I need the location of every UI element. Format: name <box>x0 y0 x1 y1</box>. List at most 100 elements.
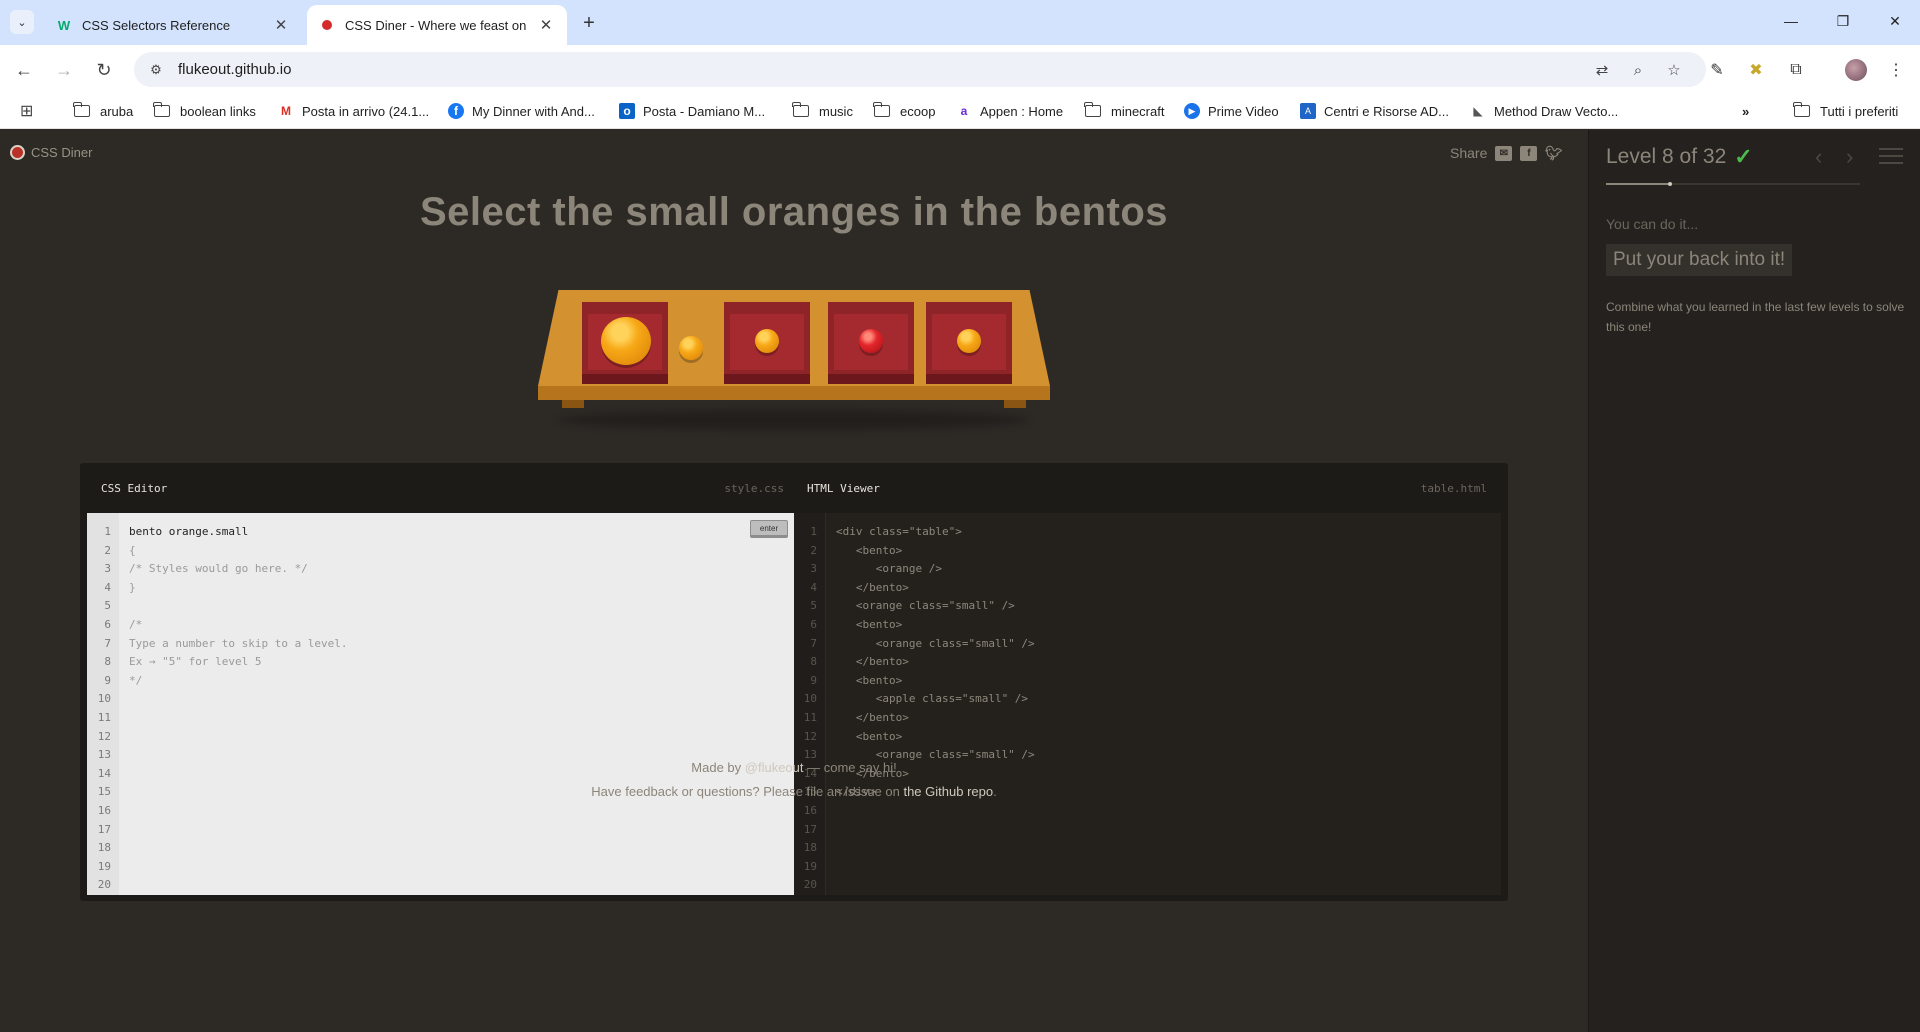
eyedropper-extension-icon[interactable]: ✎ <box>1705 58 1729 82</box>
tab-title: CSS Selectors Reference <box>82 17 231 33</box>
close-tab-icon[interactable]: ✕ <box>537 16 555 34</box>
table-front-edge <box>538 386 1050 400</box>
restore-window-button[interactable]: ❐ <box>1828 8 1858 34</box>
orange-small[interactable] <box>679 336 703 360</box>
css-editor-pane[interactable]: 1 2 3 4 5 6 7 8 9 10 11 12 13 14 15 16 17 18 19 20 bento or… <box>87 513 794 895</box>
line-number: 11 <box>803 710 817 724</box>
bookmark-aruba[interactable]: aruba <box>73 101 133 121</box>
html-code-line: <apple class="small" /> <box>836 692 1029 706</box>
extensions-puzzle-icon[interactable]: ⧉ <box>1784 58 1808 82</box>
folder-icon <box>73 102 90 117</box>
github-repo-link[interactable]: the Github repo <box>903 784 993 799</box>
folder-icon <box>1084 102 1101 117</box>
html-code-line: </bento> <box>836 580 909 594</box>
bookmark-label: boolean links <box>180 103 256 119</box>
level-instruction: Select the small oranges in the bentos <box>419 190 1169 234</box>
adobe-icon: A <box>1300 103 1316 119</box>
bookmark-label: Posta in arrivo (24.1... <box>302 103 430 119</box>
html-viewer-title: HTML Viewer <box>807 481 880 495</box>
bookmark-method-draw[interactable]: ◣ Method Draw Vecto... <box>1470 101 1618 121</box>
footer-text: Made by <box>691 760 745 775</box>
apple-small[interactable] <box>859 329 883 353</box>
gmail-icon: M <box>281 104 291 118</box>
facebook-share-icon[interactable]: f <box>1520 145 1538 161</box>
line-number: 20 <box>803 878 817 892</box>
orange-small[interactable] <box>755 329 779 353</box>
line-number: 17 <box>803 822 817 836</box>
bookmark-music[interactable]: music <box>792 101 853 121</box>
bookmark-outlook[interactable]: o Posta - Damiano M... <box>619 101 765 121</box>
close-window-button[interactable]: ✕ <box>1880 8 1910 34</box>
address-bar[interactable]: ⚙ flukeout.github.io ⇄ ⌕ ☆ <box>134 52 1706 87</box>
bookmark-label: Tutti i preferiti <box>1820 103 1899 119</box>
line-number: 18 <box>97 841 111 855</box>
flukeout-link[interactable]: @flukeout <box>745 760 804 775</box>
level-progress-fill <box>1606 183 1670 185</box>
back-button[interactable]: ← <box>11 57 37 83</box>
line-number: 6 <box>104 617 111 631</box>
footer-feedback: Have feedback or questions? Please file … <box>0 784 1588 799</box>
bento-1[interactable] <box>582 302 668 384</box>
all-bookmarks-folder[interactable]: Tutti i preferiti <box>1793 101 1899 121</box>
bento-3[interactable] <box>828 302 914 384</box>
line-number: 8 <box>104 655 111 669</box>
bookmark-gmail[interactable]: M Posta in arrivo (24.1... <box>278 101 429 121</box>
bookmark-facebook[interactable]: f My Dinner with And... <box>448 101 595 121</box>
bookmark-adobe[interactable]: A Centri e Risorse AD... <box>1300 101 1449 121</box>
level-difficulty: You can do it... <box>1606 216 1699 232</box>
browser-tab-css-selectors[interactable]: W CSS Selectors Reference ✕ <box>44 5 302 45</box>
bookmark-label: Method Draw Vecto... <box>1494 103 1619 119</box>
html-code-line: <div class="table"> <box>836 525 962 538</box>
bookmark-ecoop[interactable]: ecoop <box>873 101 935 121</box>
tab-title: CSS Diner - Where we feast on <box>345 17 527 33</box>
next-level-icon[interactable]: › <box>1846 144 1853 170</box>
bookmarks-overflow-button[interactable]: » <box>1742 101 1749 121</box>
bookmark-minecraft[interactable]: minecraft <box>1084 101 1165 121</box>
translate-icon[interactable]: ⇄ <box>1590 58 1614 82</box>
zoom-icon[interactable]: ⌕ <box>1626 58 1650 82</box>
profile-avatar[interactable] <box>1845 59 1867 81</box>
bookmark-label: My Dinner with And... <box>472 103 595 119</box>
table-leg <box>1004 400 1026 408</box>
close-tab-icon[interactable]: ✕ <box>272 16 290 34</box>
email-icon[interactable]: ✉ <box>1495 145 1513 161</box>
css-diner-icon <box>319 17 335 33</box>
tools-extension-icon[interactable]: ✖ <box>1744 58 1768 82</box>
tab-search-button[interactable]: ⌄ <box>10 10 34 34</box>
bookmark-label: minecraft <box>1111 103 1165 119</box>
browser-toolbar: ← → ↻ ⚙ flukeout.github.io ⇄ ⌕ ☆ ✎ ✖ ⧉ ⋮ <box>0 45 1920 93</box>
line-number: 9 <box>104 673 111 687</box>
orange-small[interactable] <box>957 329 981 353</box>
minimize-window-button[interactable]: — <box>1776 8 1806 34</box>
bookmark-boolean-links[interactable]: boolean links <box>153 101 256 121</box>
browser-menu-icon[interactable]: ⋮ <box>1884 58 1908 82</box>
line-number: 12 <box>97 729 111 743</box>
line-number: 3 <box>104 562 111 576</box>
bookmark-label: Centri e Risorse AD... <box>1324 103 1449 119</box>
bookmark-prime-video[interactable]: ▶ Prime Video <box>1184 101 1279 121</box>
css-selector-input[interactable]: bento orange.small <box>129 525 248 538</box>
site-info-icon[interactable]: ⚙ <box>146 60 166 80</box>
enter-button[interactable]: enter <box>750 520 788 538</box>
line-number: 7 <box>104 636 111 650</box>
new-tab-button[interactable]: + <box>578 12 600 34</box>
twitter-share-icon[interactable]: 🐦︎ <box>1545 145 1563 161</box>
apps-grid-icon[interactable]: ⊞ <box>20 101 33 121</box>
folder-icon <box>873 102 890 117</box>
html-viewer-pane: 1 2 3 4 5 6 7 8 9 10 11 12 13 14 15 16 17 18 19 20 <div cla… <box>794 513 1501 895</box>
forward-button[interactable]: → <box>51 57 77 83</box>
line-number: 10 <box>97 692 111 706</box>
html-code-line: </bento> <box>836 655 909 669</box>
orange-large[interactable] <box>601 317 651 365</box>
reload-button[interactable]: ↻ <box>91 57 117 83</box>
bento-4[interactable] <box>926 302 1012 384</box>
bookmark-appen[interactable]: a Appen : Home <box>956 101 1063 121</box>
css-diner-logo[interactable]: CSS Diner <box>10 145 92 160</box>
browser-tab-css-diner[interactable]: CSS Diner - Where we feast on ✕ <box>307 5 567 45</box>
bento-2[interactable] <box>724 302 810 384</box>
bookmark-star-icon[interactable]: ☆ <box>1662 58 1686 82</box>
share-label: Share <box>1450 145 1488 161</box>
line-number: 5 <box>104 599 111 613</box>
previous-level-icon[interactable]: ‹ <box>1815 144 1822 170</box>
level-menu-icon[interactable] <box>1879 148 1903 164</box>
